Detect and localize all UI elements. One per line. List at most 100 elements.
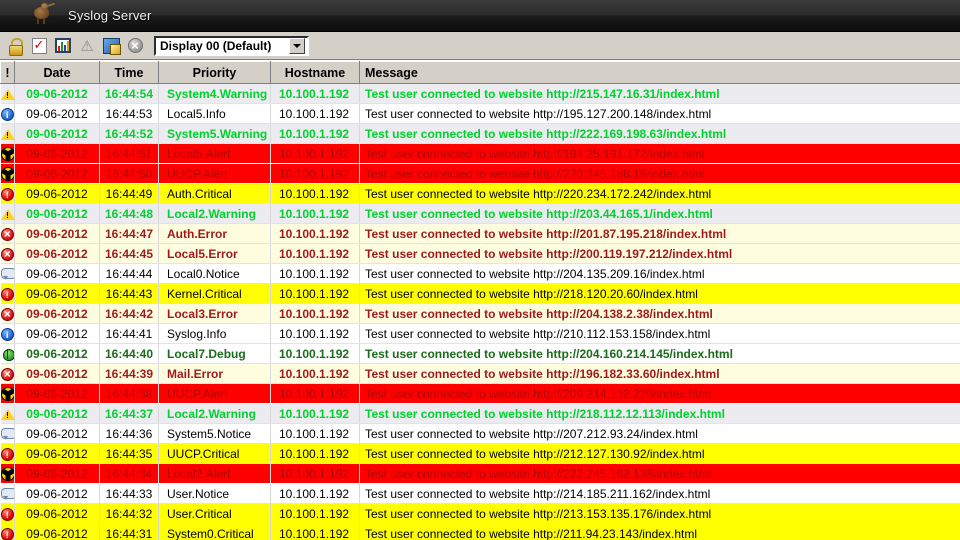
log-priority: System0.Critical: [158, 523, 271, 540]
log-priority: User.Critical: [158, 503, 271, 524]
radiation-icon: [0, 463, 15, 484]
log-date: 09-06-2012: [14, 183, 100, 204]
log-hostname: 10.100.1.192: [270, 183, 360, 204]
log-row[interactable]: 09-06-201216:44:39Mail.Error10.100.1.192…: [0, 363, 960, 384]
log-date: 09-06-2012: [14, 483, 100, 504]
log-time: 16:44:37: [99, 403, 159, 424]
log-hostname: 10.100.1.192: [270, 423, 360, 444]
column-header-flag[interactable]: !: [0, 61, 15, 84]
log-row[interactable]: 09-06-201216:44:47Auth.Error10.100.1.192…: [0, 223, 960, 244]
chevron-down-icon[interactable]: [289, 37, 305, 54]
log-row[interactable]: 09-06-201216:44:45Local5.Error10.100.1.1…: [0, 243, 960, 264]
column-header-message[interactable]: Message: [359, 61, 960, 84]
log-priority: UUCP.Critical: [158, 443, 271, 464]
log-time: 16:44:38: [99, 383, 159, 404]
log-priority: User.Notice: [158, 483, 271, 504]
log-hostname: 10.100.1.192: [270, 523, 360, 540]
log-row[interactable]: 09-06-2012 16:44:36 System5.Notice 10.100.1…: [0, 423, 960, 444]
log-hostname: 10.100.1.192: [270, 283, 360, 304]
log-hostname: 10.100.1.192: [270, 303, 360, 324]
log-date: 09-06-2012: [14, 443, 100, 464]
checkmark-icon[interactable]: [28, 35, 50, 57]
bar-chart-icon[interactable]: [52, 35, 74, 57]
column-header-priority[interactable]: Priority: [158, 61, 271, 84]
log-row[interactable]: 09-06-201216:44:31System0.Critical10.100…: [0, 523, 960, 540]
column-header-hostname[interactable]: Hostname: [270, 61, 360, 84]
log-hostname: 10.100.1.192: [270, 223, 360, 244]
log-message: Test user connected to website http://20…: [359, 383, 960, 404]
log-time: 16:44:52: [99, 123, 159, 144]
log-row[interactable]: 09-06-201216:44:53Local5.Info10.100.1.19…: [0, 103, 960, 124]
log-hostname: 10.100.1.192: [270, 503, 360, 524]
log-time: 16:44:54: [99, 83, 159, 104]
log-date: 09-06-2012: [14, 403, 100, 424]
log-row[interactable]: 09-06-2012 16:44:38 UUCP.Alert 10.100.1.192…: [0, 383, 960, 404]
kiwi-bird-icon: [30, 2, 58, 30]
log-hostname: 10.100.1.192: [270, 483, 360, 504]
log-time: 16:44:41: [99, 323, 159, 344]
log-message: Test user connected to website http://21…: [359, 323, 960, 344]
warning-triangle-icon: [0, 83, 15, 104]
log-row[interactable]: 09-06-201216:44:37Local2.Warning10.100.1…: [0, 403, 960, 424]
log-message: Test user connected to website http://21…: [359, 283, 960, 304]
log-message: Test user connected to website http://21…: [359, 443, 960, 464]
warning-triangle-icon[interactable]: [76, 35, 98, 57]
log-message: Test user connected to website http://21…: [359, 403, 960, 424]
critical-circle-icon: [0, 283, 15, 304]
cancel-icon[interactable]: [124, 35, 146, 57]
log-time: 16:44:44: [99, 263, 159, 284]
log-date: 09-06-2012: [14, 223, 100, 244]
log-row[interactable]: 09-06-201216:44:52System5.Warning10.100.…: [0, 123, 960, 144]
log-priority: Local0.Notice: [158, 263, 271, 284]
log-priority: Auth.Critical: [158, 183, 271, 204]
window-title: Syslog Server: [68, 8, 152, 23]
log-row[interactable]: 09-06-201216:44:49Auth.Critical10.100.1.…: [0, 183, 960, 204]
log-hostname: 10.100.1.192: [270, 203, 360, 224]
column-header-date[interactable]: Date: [14, 61, 100, 84]
log-date: 09-06-2012: [14, 363, 100, 384]
log-message: Test user connected to website http://19…: [359, 363, 960, 384]
log-row[interactable]: 09-06-201216:44:35UUCP.Critical10.100.1.…: [0, 443, 960, 464]
column-header-time[interactable]: Time: [99, 61, 159, 84]
critical-circle-icon: [0, 503, 15, 524]
log-row[interactable]: 09-06-2012 16:44:33 User.Notice 10.100.1.19…: [0, 483, 960, 504]
log-time: 16:44:32: [99, 503, 159, 524]
log-time: 16:44:36: [99, 423, 159, 444]
lock-icon[interactable]: [4, 35, 26, 57]
log-row[interactable]: 09-06-2012 16:44:34 Local2.Alert 10.100.1.1…: [0, 463, 960, 484]
log-time: 16:44:45: [99, 243, 159, 264]
log-row[interactable]: 09-06-201216:44:54System4.Warning10.100.…: [0, 83, 960, 104]
log-message: Test user connected to website http://21…: [359, 483, 960, 504]
display-select[interactable]: Display 00 (Default): [154, 35, 309, 56]
info-circle-icon: [0, 103, 15, 124]
log-date: 09-06-2012: [14, 163, 100, 184]
log-row[interactable]: 09-06-201216:44:43Kernel.Critical10.100.…: [0, 283, 960, 304]
log-row[interactable]: 09-06-201216:44:48Local2.Warning10.100.1…: [0, 203, 960, 224]
log-time: 16:44:47: [99, 223, 159, 244]
log-row[interactable]: 09-06-201216:44:42Local3.Error10.100.1.1…: [0, 303, 960, 324]
log-row[interactable]: 09-06-2012 16:44:40 Local7.Debug 10.100.1.1…: [0, 343, 960, 364]
log-priority: Local5.Error: [158, 243, 271, 264]
log-priority: Local2.Warning: [158, 403, 271, 424]
log-row[interactable]: 09-06-2012 16:44:50 UUCP.Alert 10.100.1.192…: [0, 163, 960, 184]
log-time: 16:44:51: [99, 143, 159, 164]
log-row[interactable]: 09-06-201216:44:32User.Critical10.100.1.…: [0, 503, 960, 524]
log-hostname: 10.100.1.192: [270, 343, 360, 364]
warning-triangle-icon: [0, 203, 15, 224]
log-grid[interactable]: ! Date Time Priority Hostname Message 09…: [0, 60, 960, 540]
log-message: Test user connected to website http://21…: [359, 503, 960, 524]
log-date: 09-06-2012: [14, 463, 100, 484]
info-circle-icon: [0, 323, 15, 344]
log-row[interactable]: 09-06-2012 16:44:44 Local0.Notice 10.100.1.…: [0, 263, 960, 284]
log-message: Test user connected to website http://22…: [359, 463, 960, 484]
log-message: Test user connected to website http://20…: [359, 263, 960, 284]
log-message: Test user connected to website http://22…: [359, 123, 960, 144]
log-row[interactable]: 09-06-201216:44:41Syslog.Info10.100.1.19…: [0, 323, 960, 344]
log-hostname: 10.100.1.192: [270, 103, 360, 124]
edit-display-icon[interactable]: [100, 35, 122, 57]
log-hostname: 10.100.1.192: [270, 443, 360, 464]
log-time: 16:44:31: [99, 523, 159, 540]
log-message: Test user connected to website http://22…: [359, 163, 960, 184]
log-hostname: 10.100.1.192: [270, 323, 360, 344]
log-row[interactable]: 09-06-2012 16:44:51 Local5.Alert 10.100.1.1…: [0, 143, 960, 164]
